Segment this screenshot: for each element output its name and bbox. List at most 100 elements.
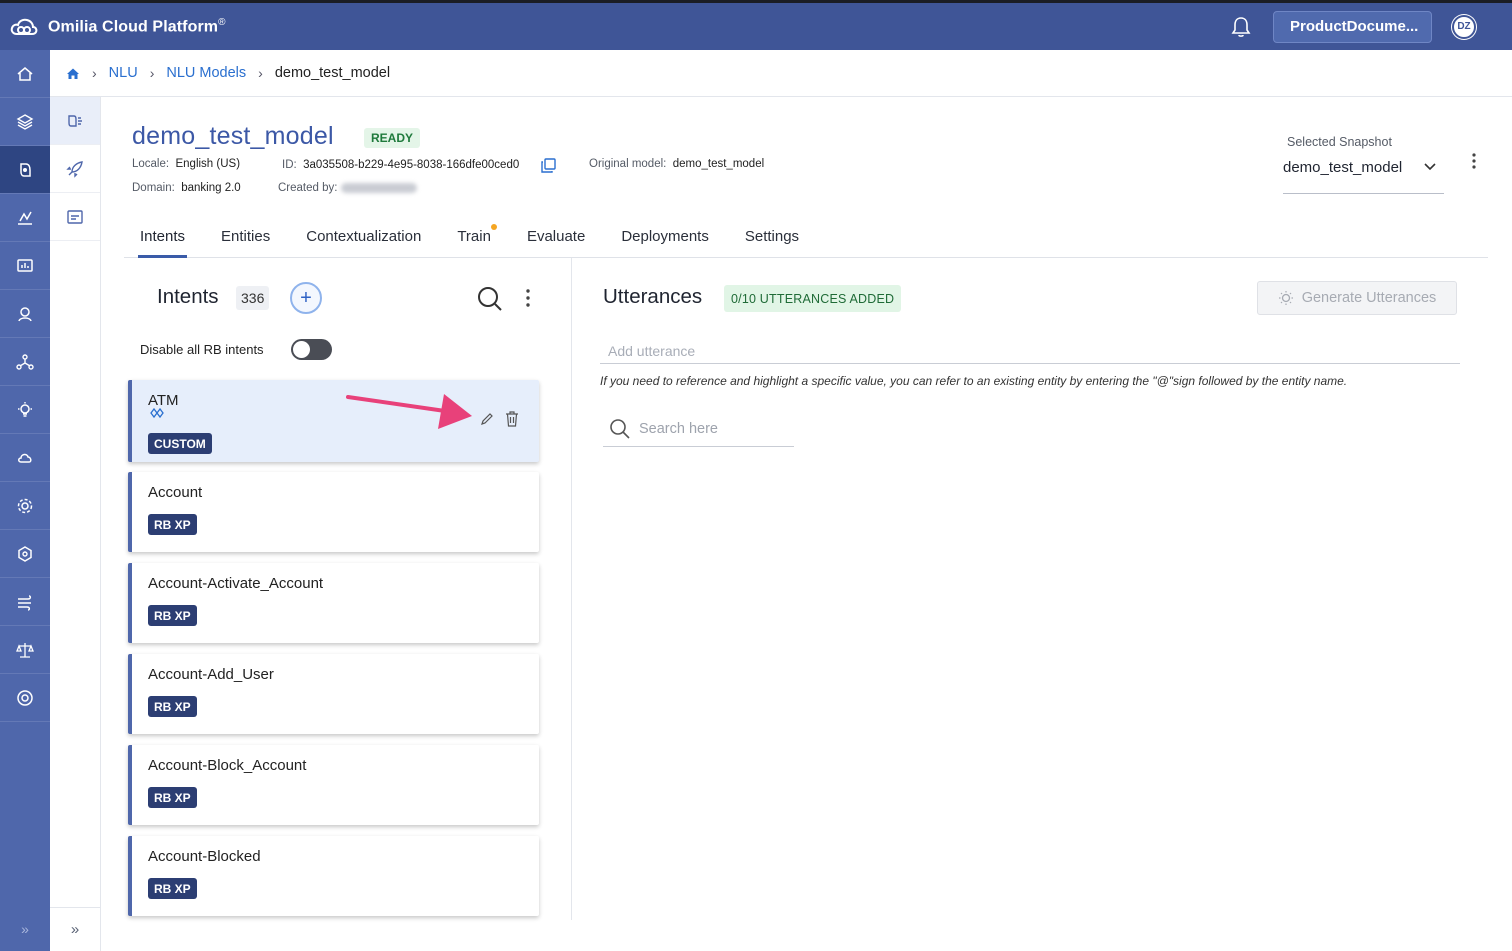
home-breadcrumb-icon[interactable] <box>66 67 80 80</box>
add-utterance-input[interactable] <box>600 338 1460 364</box>
subnav-models[interactable] <box>50 97 100 145</box>
home-icon <box>17 66 33 81</box>
intent-card[interactable]: Account RB XP <box>128 472 539 552</box>
utterance-hint: If you need to reference and highlight a… <box>600 374 1348 388</box>
trash-icon[interactable] <box>505 411 519 427</box>
chevron-down-icon <box>1424 163 1436 171</box>
intent-tag: RB XP <box>148 878 197 899</box>
nav-monitor[interactable] <box>0 242 50 290</box>
analytics-icon <box>18 211 32 225</box>
search-icon <box>610 419 630 439</box>
train-notification-dot <box>490 224 497 230</box>
tab-evaluate[interactable]: Evaluate <box>511 214 601 258</box>
nav-ideas[interactable] <box>0 386 50 434</box>
original-model-meta: Original model: demo_test_model <box>589 158 765 170</box>
nav-support[interactable] <box>0 674 50 722</box>
nlu-subnav: » <box>50 97 101 951</box>
redacted-name <box>341 182 418 193</box>
tab-contextualization[interactable]: Contextualization <box>290 214 437 258</box>
brand[interactable]: Omilia Cloud Platform® <box>0 16 226 38</box>
tab-train[interactable]: Train <box>441 214 507 258</box>
nav-layers[interactable] <box>0 98 50 146</box>
search-icon[interactable] <box>476 285 504 313</box>
nav-agent[interactable] <box>0 290 50 338</box>
tab-entities[interactable]: Entities <box>205 214 286 258</box>
intent-card[interactable]: Account-Activate_Account RB XP <box>128 563 539 643</box>
nav-compliance[interactable] <box>0 626 50 674</box>
model-tabs: Intents Entities Contextualization Train… <box>124 214 1488 258</box>
intent-tag: RB XP <box>148 605 197 626</box>
agent-icon <box>18 306 32 321</box>
linked-intent-icon <box>150 407 164 419</box>
page-title: demo_test_model <box>132 122 334 150</box>
expand-rail-chevron-icon[interactable]: » <box>0 907 50 951</box>
nav-cloud[interactable] <box>0 434 50 482</box>
expand-subnav-chevron-icon[interactable]: » <box>50 907 100 951</box>
intent-card[interactable]: Account-Add_User RB XP <box>128 654 539 734</box>
copy-icon[interactable] <box>541 158 556 173</box>
utterance-search-input[interactable] <box>639 421 789 437</box>
generate-utterances-button[interactable]: Generate Utterances <box>1257 281 1457 315</box>
snapshot-select[interactable]: demo_test_model <box>1283 156 1444 194</box>
breadcrumb-nlu-models[interactable]: NLU Models <box>166 65 246 81</box>
rocket-icon <box>66 160 83 178</box>
breadcrumb-nlu[interactable]: NLU <box>109 65 138 81</box>
layers-icon <box>16 113 34 130</box>
nav-flow[interactable] <box>0 578 50 626</box>
disable-rb-toggle[interactable] <box>291 339 332 360</box>
nav-settings[interactable] <box>0 482 50 530</box>
lifebuoy-icon <box>17 689 33 706</box>
nodes-icon <box>16 353 34 370</box>
snapshot-value: demo_test_model <box>1283 159 1403 176</box>
user-avatar[interactable]: DZ <box>1452 14 1476 39</box>
tab-settings[interactable]: Settings <box>729 214 815 258</box>
subnav-deploy[interactable] <box>50 145 100 193</box>
intent-tag: CUSTOM <box>148 433 212 454</box>
nav-nlu[interactable] <box>0 146 50 194</box>
gear-icon <box>17 498 33 513</box>
id-meta: ID: 3a035508-b229-4e95-8038-166dfe00ced0 <box>282 159 520 171</box>
tab-intents[interactable]: Intents <box>124 214 201 258</box>
app-title: Omilia Cloud Platform® <box>48 16 226 36</box>
nav-home[interactable] <box>0 50 50 98</box>
generate-utterances-label: Generate Utterances <box>1301 290 1437 306</box>
nav-integrations[interactable] <box>0 530 50 578</box>
workspace-selector[interactable]: ProductDocume... <box>1273 10 1432 43</box>
intent-tag: RB XP <box>148 787 197 808</box>
intent-name: Account-Add_User <box>148 666 274 683</box>
subnav-testing[interactable] <box>50 193 100 241</box>
panel-divider <box>571 258 572 920</box>
bulb-icon <box>18 401 32 417</box>
annotation-arrow-icon <box>346 394 472 429</box>
bulb-icon <box>1278 291 1293 305</box>
utterances-heading: Utterances <box>603 285 703 308</box>
intents-more-options-icon[interactable] <box>520 287 536 309</box>
utterance-search[interactable] <box>603 412 794 447</box>
nav-analytics[interactable] <box>0 194 50 242</box>
tab-deployments[interactable]: Deployments <box>605 214 725 258</box>
notifications-bell-icon[interactable] <box>1229 15 1253 39</box>
intents-heading: Intents <box>157 285 219 308</box>
top-bar: Omilia Cloud Platform® ProductDocume... … <box>0 0 1512 50</box>
created-by-meta: Created by: <box>278 182 418 194</box>
monitor-icon <box>17 258 33 272</box>
more-options-icon[interactable] <box>1466 152 1482 170</box>
intent-name: Account-Blocked <box>148 848 261 865</box>
add-intent-button[interactable]: + <box>290 282 322 314</box>
edit-pencil-icon[interactable] <box>480 412 494 426</box>
breadcrumb-current: demo_test_model <box>274 65 391 81</box>
intent-card[interactable]: ATM CUSTOM <box>128 380 539 462</box>
utterances-count-badge: 0/10 UTTERANCES ADDED <box>724 285 902 312</box>
intent-tag: RB XP <box>148 514 197 535</box>
nav-nodes[interactable] <box>0 338 50 386</box>
intent-name: Account-Block_Account <box>148 757 307 774</box>
status-badge: READY <box>364 128 421 148</box>
toggle-knob <box>293 341 310 358</box>
intent-card[interactable]: Account-Blocked RB XP <box>128 836 539 916</box>
cloud-logo-icon <box>10 18 38 35</box>
test-icon <box>67 209 83 224</box>
intent-card[interactable]: Account-Block_Account RB XP <box>128 745 539 825</box>
scale-icon <box>16 642 34 658</box>
cloud-icon <box>18 453 32 463</box>
wind-icon <box>18 594 32 611</box>
